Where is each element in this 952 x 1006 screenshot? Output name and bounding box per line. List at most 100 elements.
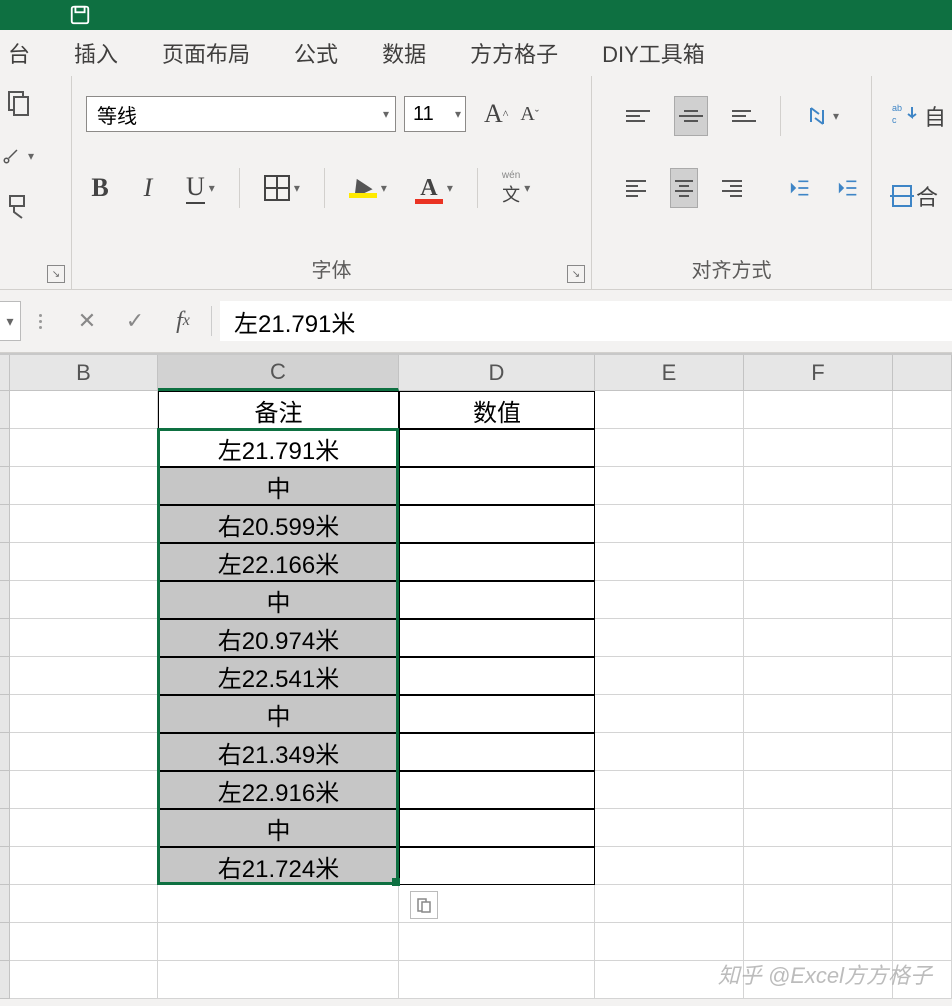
tab-diy[interactable]: DIY工具箱: [580, 27, 727, 79]
cell-C16[interactable]: [158, 961, 399, 999]
cell-G14[interactable]: [893, 885, 952, 923]
cell-E9[interactable]: [595, 695, 744, 733]
cell-G10[interactable]: [893, 733, 952, 771]
align-center-button[interactable]: [670, 168, 698, 208]
cell-F14[interactable]: [744, 885, 893, 923]
shrink-font-button[interactable]: Aˇ: [520, 99, 538, 129]
decrease-indent-button[interactable]: [786, 168, 814, 208]
cell-G12[interactable]: [893, 809, 952, 847]
cell-D4[interactable]: [399, 505, 595, 543]
cell-D9[interactable]: [399, 695, 595, 733]
cell-D3[interactable]: [399, 467, 595, 505]
row-header[interactable]: [0, 505, 10, 543]
cell-E14[interactable]: [595, 885, 744, 923]
cell-C4[interactable]: 右20.599米: [158, 505, 399, 543]
cell-B3[interactable]: [10, 467, 158, 505]
tab-insert[interactable]: 插入: [52, 27, 140, 79]
cell-E6[interactable]: [595, 581, 744, 619]
cut-icon[interactable]: ▾: [2, 140, 34, 172]
cell-C14[interactable]: [158, 885, 399, 923]
align-top-button[interactable]: [622, 96, 654, 136]
cell-B15[interactable]: [10, 923, 158, 961]
row-header[interactable]: [0, 467, 10, 505]
cell-C6[interactable]: 中: [158, 581, 399, 619]
cell-C8[interactable]: 左22.541米: [158, 657, 399, 695]
row-header[interactable]: [0, 619, 10, 657]
cell-D1[interactable]: 数值: [399, 391, 595, 429]
cell-G11[interactable]: [893, 771, 952, 809]
cell-C13[interactable]: 右21.724米: [158, 847, 399, 885]
cell-C9[interactable]: 中: [158, 695, 399, 733]
cell-G15[interactable]: [893, 923, 952, 961]
grow-font-button[interactable]: A^: [484, 99, 508, 129]
orientation-button[interactable]: ▾: [801, 96, 843, 136]
cell-E11[interactable]: [595, 771, 744, 809]
qat-save-icon[interactable]: [60, 1, 100, 29]
cell-C11[interactable]: 左22.916米: [158, 771, 399, 809]
row-header[interactable]: [0, 657, 10, 695]
cell-D2[interactable]: [399, 429, 595, 467]
font-name-select[interactable]: 等线 ▾: [86, 96, 396, 132]
cell-F12[interactable]: [744, 809, 893, 847]
font-size-select[interactable]: 11 ▾: [404, 96, 466, 132]
insert-function-button[interactable]: fx: [163, 301, 203, 341]
font-dialog-launcher[interactable]: ↘: [567, 265, 585, 283]
formula-input[interactable]: 左21.791米: [220, 301, 952, 341]
wrap-text-button[interactable]: abc 自: [892, 88, 938, 144]
enter-button[interactable]: ✓: [115, 301, 155, 341]
tab-partial[interactable]: 台: [0, 27, 52, 79]
cell-F11[interactable]: [744, 771, 893, 809]
cell-C2[interactable]: 左21.791米: [158, 429, 399, 467]
cell-D6[interactable]: [399, 581, 595, 619]
name-box-dropdown[interactable]: ▾: [0, 301, 21, 341]
cell-E15[interactable]: [595, 923, 744, 961]
col-header-D[interactable]: D: [399, 355, 595, 391]
row-header[interactable]: [0, 923, 10, 961]
cell-D16[interactable]: [399, 961, 595, 999]
paste-options-button[interactable]: [410, 891, 438, 919]
fill-color-button[interactable]: ▾: [345, 168, 391, 208]
tab-data[interactable]: 数据: [360, 27, 448, 79]
phonetic-guide-button[interactable]: wén文 ▾: [498, 168, 534, 208]
row-header[interactable]: [0, 695, 10, 733]
font-color-button[interactable]: A ▾: [411, 168, 457, 208]
cell-B13[interactable]: [10, 847, 158, 885]
merge-center-button[interactable]: 合: [892, 168, 938, 224]
row-header[interactable]: [0, 771, 10, 809]
bold-button[interactable]: B: [86, 168, 114, 208]
cell-G4[interactable]: [893, 505, 952, 543]
cell-D15[interactable]: [399, 923, 595, 961]
cell-F9[interactable]: [744, 695, 893, 733]
align-bottom-button[interactable]: [728, 96, 760, 136]
cell-G5[interactable]: [893, 543, 952, 581]
cell-B12[interactable]: [10, 809, 158, 847]
cell-B7[interactable]: [10, 619, 158, 657]
row-header[interactable]: [0, 847, 10, 885]
cell-G3[interactable]: [893, 467, 952, 505]
cell-E8[interactable]: [595, 657, 744, 695]
cell-D12[interactable]: [399, 809, 595, 847]
cell-D7[interactable]: [399, 619, 595, 657]
cell-E5[interactable]: [595, 543, 744, 581]
cell-F1[interactable]: [744, 391, 893, 429]
cell-F15[interactable]: [744, 923, 893, 961]
spreadsheet-grid[interactable]: B C D E F 备注数值左21.791米中右20.599米左22.166米中…: [0, 353, 952, 999]
cell-B4[interactable]: [10, 505, 158, 543]
row-header[interactable]: [0, 961, 10, 999]
row-header[interactable]: [0, 733, 10, 771]
row-header[interactable]: [0, 581, 10, 619]
cell-G7[interactable]: [893, 619, 952, 657]
row-header[interactable]: [0, 885, 10, 923]
cell-D11[interactable]: [399, 771, 595, 809]
cell-B11[interactable]: [10, 771, 158, 809]
col-header-B[interactable]: B: [10, 355, 158, 391]
row-header[interactable]: [0, 429, 10, 467]
cell-F7[interactable]: [744, 619, 893, 657]
cell-E10[interactable]: [595, 733, 744, 771]
tab-ffgz[interactable]: 方方格子: [448, 27, 580, 79]
tab-page-layout[interactable]: 页面布局: [140, 27, 272, 79]
cell-E2[interactable]: [595, 429, 744, 467]
cell-E12[interactable]: [595, 809, 744, 847]
cell-F6[interactable]: [744, 581, 893, 619]
cell-F5[interactable]: [744, 543, 893, 581]
